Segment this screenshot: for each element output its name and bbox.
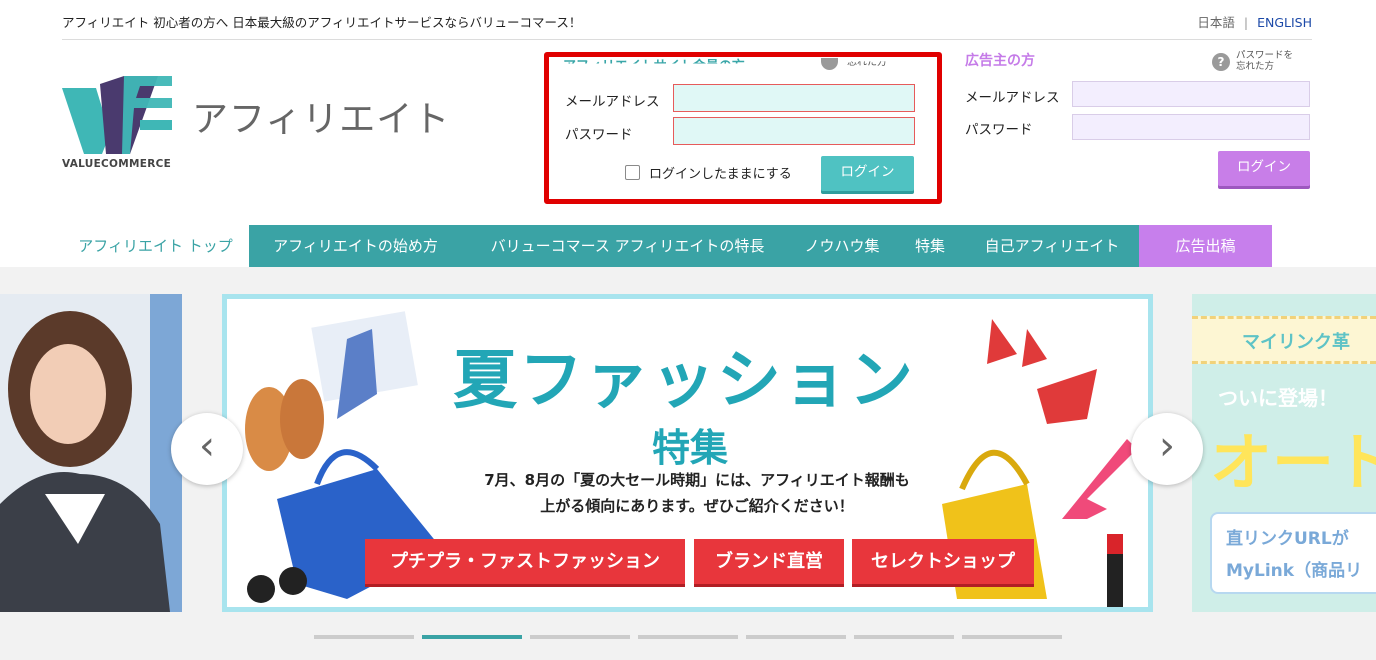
language-switcher: 日本語 | ENGLISH	[1197, 12, 1312, 31]
forgot-password-line2: 忘れた方	[1236, 60, 1275, 72]
site-tagline: アフィリエイト 初心者の方へ 日本最大級のアフィリエイトサービスならバリューコマ…	[62, 15, 582, 30]
next-slide-title: マイリンク革	[1242, 332, 1350, 353]
affiliate-login-button[interactable]: ログイン	[821, 156, 914, 191]
main-nav: アフィリエイト トップ アフィリエイトの始め方 バリューコマース アフィリエイト…	[62, 225, 1312, 267]
affiliate-login-title: アフィリエイトサイト会員の方	[563, 59, 745, 74]
carousel-dot[interactable]	[422, 635, 522, 639]
slide-description-line2: 上がる傾向にあります。ぜひご紹介ください！	[540, 497, 854, 515]
keep-login-label: ログインしたままにする	[649, 167, 792, 182]
nav-affiliate-top[interactable]: アフィリエイト トップ	[62, 225, 249, 267]
brand-direct-button[interactable]: ブランド直営	[694, 539, 844, 587]
logo-caption: VALUECOMMERCE	[62, 158, 172, 170]
chevron-left-icon: ‹	[199, 423, 215, 469]
slide-description: 7月、8月の「夏の大セール時期」には、アフィリエイト報酬も 上がる傾向にあります…	[447, 467, 947, 519]
password-label: パスワード	[965, 122, 1033, 138]
advertiser-password-input[interactable]	[1072, 114, 1310, 140]
carousel-dot[interactable]	[314, 635, 414, 639]
carousel-dot[interactable]	[638, 635, 738, 639]
nav-advertise[interactable]: 広告出稿	[1139, 225, 1272, 267]
advertiser-email-input[interactable]	[1072, 81, 1310, 107]
carousel-dot[interactable]	[854, 635, 954, 639]
slide-description-line1: 7月、8月の「夏の大セール時期」には、アフィリエイト報酬も	[484, 471, 910, 489]
keep-login-option[interactable]: ログインしたままにする	[625, 163, 792, 182]
nav-getting-started[interactable]: アフィリエイトの始め方	[249, 225, 462, 267]
select-shop-button[interactable]: セレクトショップ	[852, 539, 1034, 587]
current-slide[interactable]: 夏ファッション 特集 7月、8月の「夏の大セール時期」には、アフィリエイト報酬も…	[222, 294, 1153, 612]
help-icon[interactable]	[821, 58, 838, 70]
affiliate-login-panel: アフィリエイトサイト会員の方 忘れた方 メールアドレス パスワード ログインした…	[544, 52, 942, 204]
next-slide-preview[interactable]: マイリンク革 ついに登場！ オート 直リンクURLが MyLink（商品リ	[1192, 294, 1376, 612]
chevron-right-icon: ›	[1159, 423, 1175, 469]
affiliate-email-input[interactable]	[673, 84, 915, 112]
nav-features[interactable]: バリューコマース アフィリエイトの特長	[462, 225, 793, 267]
prev-slide-preview[interactable]	[0, 294, 182, 612]
slide-subtitle: 特集	[652, 426, 729, 470]
affiliate-password-input[interactable]	[673, 117, 915, 145]
carousel-dot[interactable]	[530, 635, 630, 639]
site-logo[interactable]: VALUECOMMERCE アフィリエイト	[62, 76, 462, 176]
password-label: パスワード	[565, 127, 633, 143]
valuecommerce-logo-icon	[62, 76, 172, 154]
logo-text: アフィリエイト	[192, 99, 451, 140]
nav-special[interactable]: 特集	[891, 225, 969, 267]
top-strip: アフィリエイト 初心者の方へ 日本最大級のアフィリエイトサービスならバリューコマ…	[62, 0, 1312, 40]
next-slide-big-text: オート	[1210, 426, 1376, 499]
forgot-password-link[interactable]: 忘れた方	[847, 61, 887, 68]
email-label: メールアドレス	[965, 90, 1060, 106]
next-slide-box-line2: MyLink（商品リ	[1226, 561, 1363, 581]
advertiser-login-panel: 広告主の方 ? パスワードを 忘れた方 メールアドレス パスワード ログイン	[962, 48, 1312, 198]
lang-en-link[interactable]: ENGLISH	[1257, 15, 1312, 30]
next-slide-box-line1: 直リンクURLが	[1226, 529, 1349, 549]
carousel-next-button[interactable]: ›	[1131, 413, 1203, 485]
fast-fashion-button[interactable]: プチプラ・ファストファッション	[365, 539, 685, 587]
lang-ja-link[interactable]: 日本語	[1197, 15, 1235, 30]
forgot-password-link[interactable]: パスワードを 忘れた方	[1236, 50, 1294, 72]
nav-knowhow[interactable]: ノウハウ集	[793, 225, 891, 267]
next-slide-subtitle: ついに登場！	[1218, 386, 1338, 410]
carousel-dot[interactable]	[962, 635, 1062, 639]
hero-carousel: 夏ファッション 特集 7月、8月の「夏の大セール時期」には、アフィリエイト報酬も…	[0, 267, 1376, 660]
advertiser-login-title: 広告主の方	[965, 53, 1035, 69]
woman-photo-image	[0, 294, 182, 612]
carousel-pagination	[314, 635, 1062, 639]
slide-title: 夏ファッション	[453, 344, 915, 418]
help-icon[interactable]: ?	[1212, 53, 1230, 71]
advertiser-login-button[interactable]: ログイン	[1218, 151, 1310, 186]
carousel-prev-button[interactable]: ‹	[171, 413, 243, 485]
email-label: メールアドレス	[565, 94, 660, 110]
lang-separator: |	[1243, 15, 1249, 30]
nav-self-affiliate[interactable]: 自己アフィリエイト	[969, 225, 1135, 267]
keep-login-checkbox[interactable]	[625, 165, 640, 180]
carousel-dot[interactable]	[746, 635, 846, 639]
forgot-password-line1: パスワードを	[1236, 50, 1294, 61]
